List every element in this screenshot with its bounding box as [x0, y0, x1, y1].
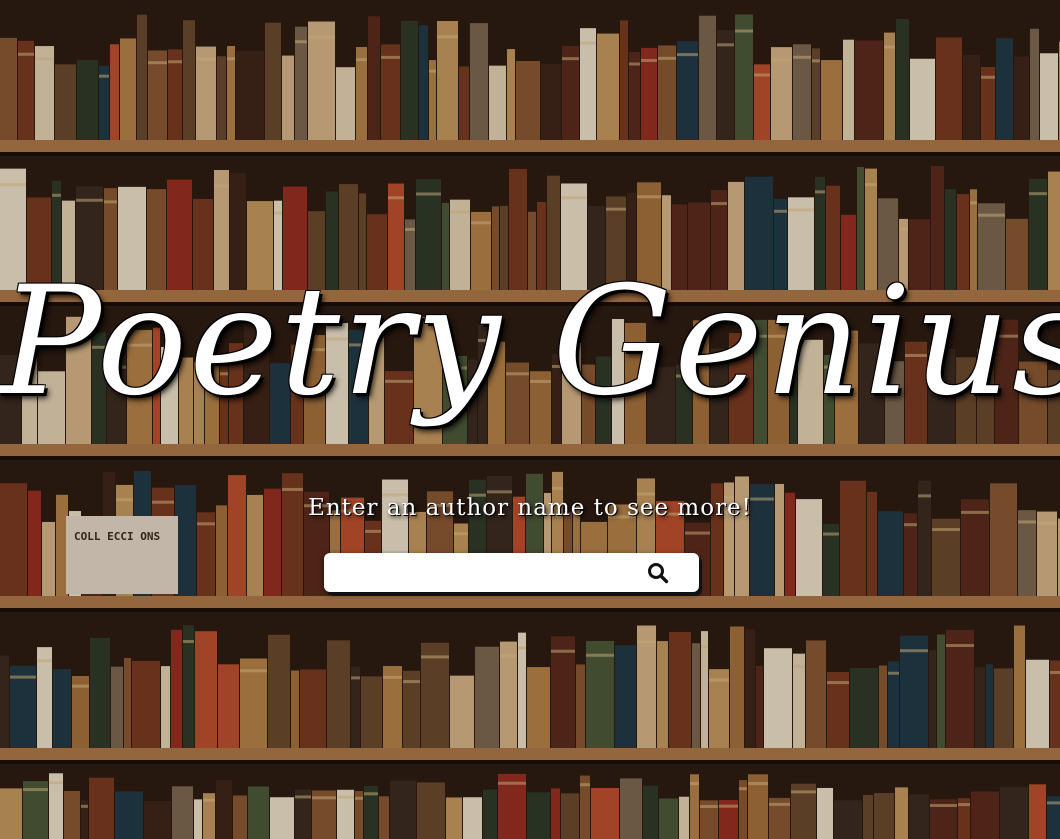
- hero: Poetry Genius Enter an author name to se…: [0, 0, 1060, 839]
- author-search-input[interactable]: [334, 558, 618, 589]
- search-button[interactable]: [617, 553, 699, 592]
- page-title: Poetry Genius: [0, 255, 1060, 429]
- page-subtitle: Enter an author name to see more!: [308, 495, 752, 521]
- author-search-form: [324, 553, 699, 592]
- search-icon: [648, 562, 669, 583]
